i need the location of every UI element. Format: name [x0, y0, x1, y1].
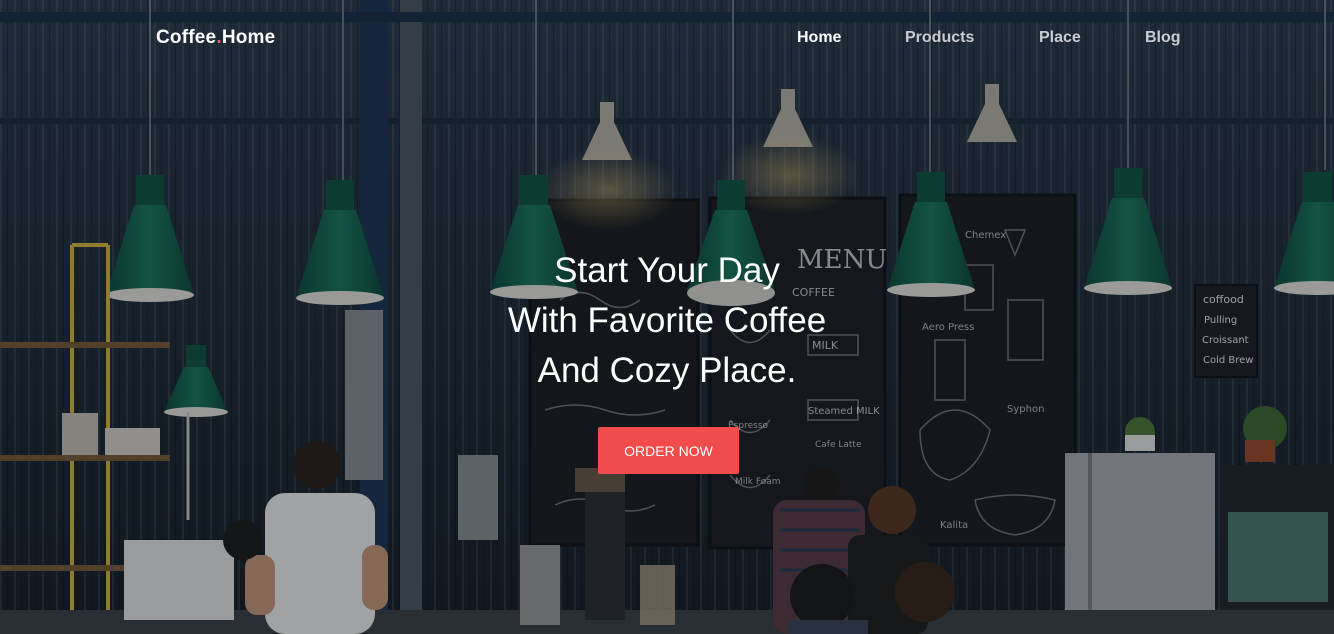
- order-now-button[interactable]: ORDER NOW: [598, 427, 739, 474]
- hero-headline: Start Your Day With Favorite Coffee And …: [367, 246, 967, 396]
- nav-item-products[interactable]: Products: [905, 29, 974, 47]
- headline-line-2: With Favorite Coffee: [507, 301, 827, 340]
- nav-item-place[interactable]: Place: [1039, 29, 1081, 47]
- nav-item-home[interactable]: Home: [797, 29, 841, 47]
- brand-logo[interactable]: Coffee.Home: [156, 27, 275, 49]
- brand-name-part2: Home: [221, 27, 276, 48]
- top-navbar: Coffee.Home Home Products Place Blog: [0, 0, 1334, 76]
- headline-line-1: Start Your Day: [554, 251, 780, 290]
- headline-line-3: And Cozy Place.: [537, 351, 797, 390]
- brand-name-part1: Coffee: [156, 27, 217, 48]
- nav-item-blog[interactable]: Blog: [1145, 29, 1181, 47]
